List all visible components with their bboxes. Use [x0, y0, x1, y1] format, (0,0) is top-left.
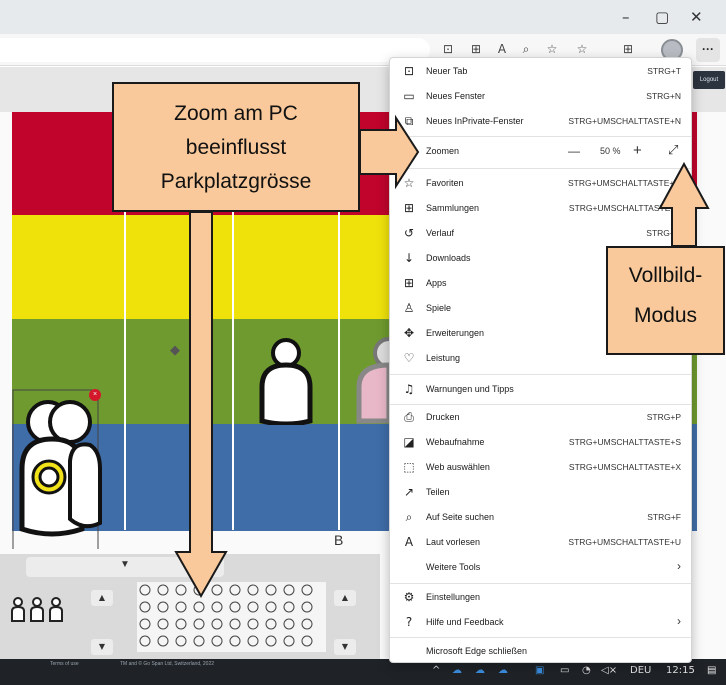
arrow-down	[174, 211, 228, 599]
arrow-to-zoom	[359, 114, 420, 190]
arrow-to-fullscreen	[658, 161, 710, 247]
zoom-callout: Zoom am PC beeinflusst Parkplatzgrösse	[112, 82, 360, 212]
callout-text: Modus	[633, 304, 698, 327]
callout-text: Parkplatzgrösse	[160, 170, 312, 193]
callout-text: Zoom am PC	[174, 102, 298, 125]
callout-text: Vollbild-	[628, 264, 703, 287]
fullscreen-callout: Vollbild- Modus	[606, 246, 725, 355]
callout-text: beeinflusst	[185, 136, 287, 159]
